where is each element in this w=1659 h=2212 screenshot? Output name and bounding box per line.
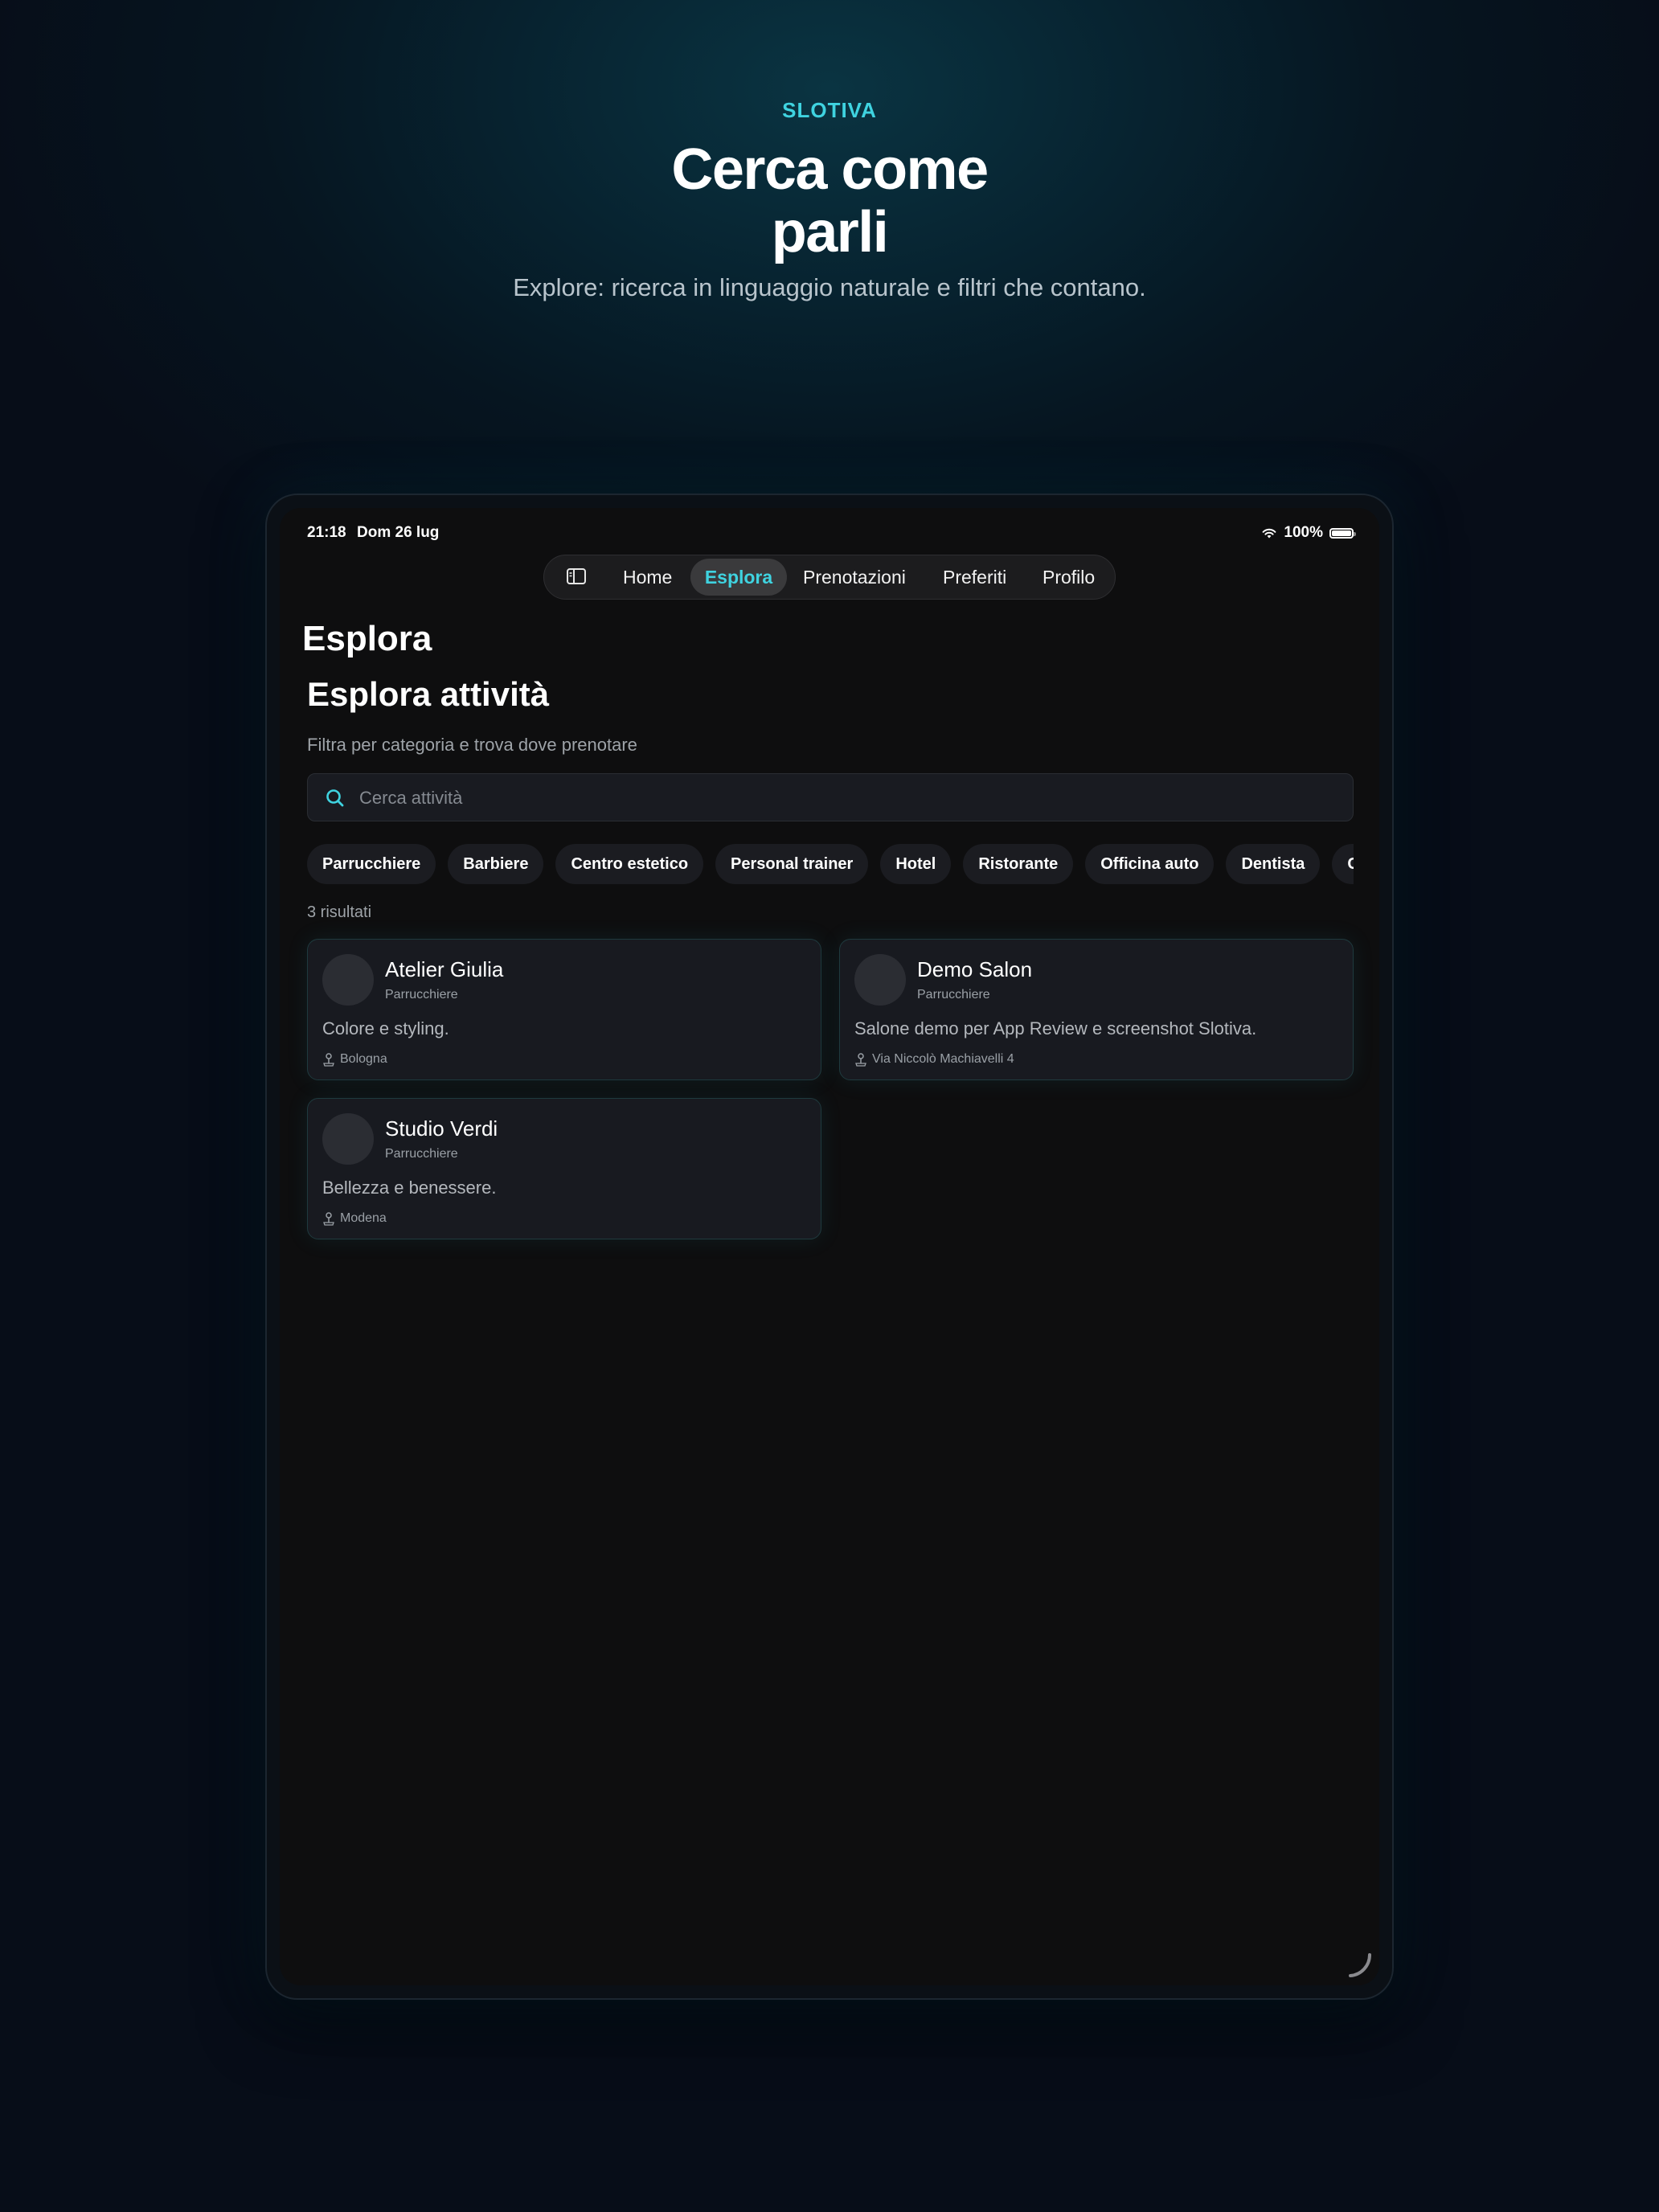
location-pin-icon: [855, 1053, 866, 1067]
business-description: Colore e styling.: [322, 1018, 449, 1038]
business-location: Bologna: [322, 1052, 387, 1067]
hero-headline: Cerca come parli: [0, 138, 1659, 264]
category-chip-ristorante[interactable]: Ristorante: [963, 844, 1074, 884]
category-chip-partial[interactable]: C: [1332, 844, 1354, 884]
hero-headline-line2: parli: [771, 200, 889, 264]
category-chip-parrucchiere[interactable]: Parrucchiere: [307, 844, 436, 884]
business-location-text: Bologna: [340, 1052, 387, 1066]
avatar: [322, 1113, 374, 1165]
loading-spinner-icon: [1349, 1953, 1372, 1977]
business-card[interactable]: Studio Verdi Parrucchiere Bellezza e ben…: [307, 1098, 821, 1239]
business-location: Modena: [322, 1211, 387, 1226]
business-location-text: Modena: [340, 1211, 387, 1225]
business-location-text: Via Niccolò Machiavelli 4: [872, 1052, 1014, 1066]
business-location: Via Niccolò Machiavelli 4: [854, 1052, 1014, 1067]
results-count: 3 risultati: [307, 903, 372, 921]
avatar: [854, 954, 906, 1006]
business-card[interactable]: Atelier Giulia Parrucchiere Colore e sty…: [307, 939, 821, 1080]
business-name: Studio Verdi: [385, 1116, 498, 1141]
business-description: Salone demo per App Review e screenshot …: [854, 1018, 1257, 1038]
tab-esplora[interactable]: Esplora: [690, 559, 787, 596]
battery-icon: [1329, 527, 1356, 539]
tab-preferiti[interactable]: Preferiti: [943, 555, 1006, 599]
tab-home[interactable]: Home: [623, 555, 672, 599]
status-right: 100%: [1261, 524, 1356, 542]
battery-percent: 100%: [1284, 524, 1323, 541]
category-chip-hotel[interactable]: Hotel: [880, 844, 952, 884]
section-title: Esplora attività: [307, 675, 550, 713]
status-time: 21:18: [307, 524, 346, 541]
tab-bar: Home Esplora Prenotazioni Preferiti Prof…: [543, 555, 1116, 600]
search-icon: [326, 789, 344, 807]
category-chip-dentista[interactable]: Dentista: [1226, 844, 1321, 884]
category-filter-row: Parrucchiere Barbiere Centro estetico Perso…: [307, 844, 1354, 884]
status-date: Dom 26 lug: [357, 524, 440, 541]
tab-prenotazioni[interactable]: Prenotazioni: [803, 555, 906, 599]
category-chip-personal-trainer[interactable]: Personal trainer: [715, 844, 869, 884]
tablet-frame: 21:18 Dom 26 lug 100% Home Esplora Preno…: [265, 494, 1394, 2000]
app-screen: 21:18 Dom 26 lug 100% Home Esplora Preno…: [280, 508, 1379, 1985]
hero-headline-line1: Cerca come: [671, 137, 989, 202]
category-chip-officina-auto[interactable]: Officina auto: [1085, 844, 1215, 884]
business-category: Parrucchiere: [917, 988, 990, 1002]
business-category: Parrucchiere: [385, 988, 458, 1002]
page-title: Esplora: [302, 619, 432, 658]
business-name: Atelier Giulia: [385, 957, 504, 981]
location-pin-icon: [323, 1053, 334, 1067]
section-subtitle: Filtra per categoria e trova dove prenot…: [307, 735, 637, 755]
search-bar[interactable]: [307, 773, 1354, 822]
business-name: Demo Salon: [917, 957, 1033, 981]
business-category: Parrucchiere: [385, 1147, 458, 1161]
business-description: Bellezza e benessere.: [322, 1178, 497, 1198]
sidebar-toggle-icon[interactable]: [567, 568, 586, 584]
wifi-icon: [1262, 528, 1276, 538]
hero-subline: Explore: ricerca in linguaggio naturale …: [513, 273, 1146, 301]
category-chip-centro-estetico[interactable]: Centro estetico: [555, 844, 704, 884]
search-input[interactable]: [358, 774, 1325, 822]
brand-label: SLOTIVA: [782, 98, 877, 122]
location-pin-icon: [323, 1212, 334, 1226]
status-bar: 21:18 Dom 26 lug 100%: [280, 524, 1379, 548]
business-card[interactable]: Demo Salon Parrucchiere Salone demo per …: [839, 939, 1354, 1080]
avatar: [322, 954, 374, 1006]
tab-profilo[interactable]: Profilo: [1043, 555, 1095, 599]
category-chip-barbiere[interactable]: Barbiere: [448, 844, 544, 884]
